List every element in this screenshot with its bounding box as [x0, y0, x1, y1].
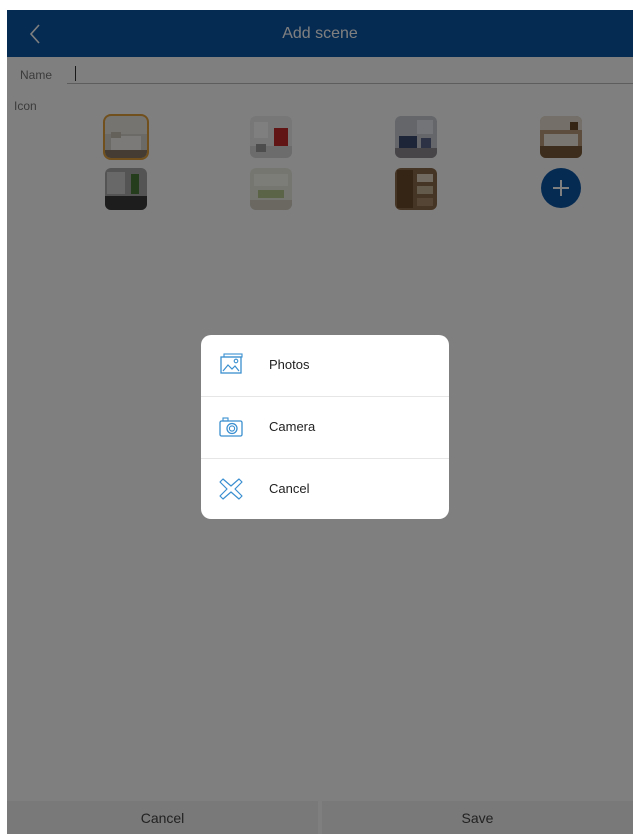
- photos-icon: [220, 353, 243, 374]
- camera-icon: [219, 417, 243, 437]
- add-scene-screen: Add scene Name Icon: [7, 10, 633, 834]
- dialog-item-cancel[interactable]: Cancel: [201, 459, 449, 519]
- dialog-item-photos[interactable]: Photos: [201, 335, 449, 396]
- image-source-dialog: Photos Camera Cancel: [201, 335, 449, 519]
- dialog-item-label: Cancel: [269, 481, 310, 496]
- dialog-item-label: Camera: [269, 419, 316, 434]
- cancel-x-icon: [219, 478, 243, 500]
- dialog-item-label: Photos: [269, 357, 310, 372]
- dialog-item-camera[interactable]: Camera: [201, 397, 449, 458]
